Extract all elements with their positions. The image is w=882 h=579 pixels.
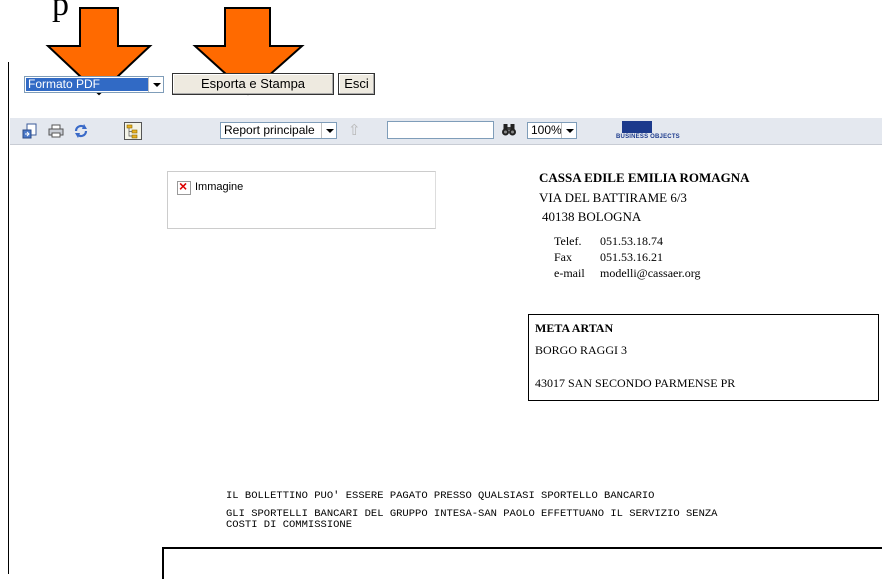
viewer-toolbar: Report principale ⇧ 100% BUSINESS OBJECT… bbox=[10, 118, 882, 145]
sender-city: 40138 BOLOGNA bbox=[542, 209, 642, 224]
payment-slip-box bbox=[162, 547, 882, 579]
zoom-select-value: 100% bbox=[531, 123, 562, 137]
left-border bbox=[8, 62, 9, 574]
print-icon[interactable] bbox=[48, 123, 64, 139]
exit-button[interactable]: Esci bbox=[338, 73, 375, 95]
recipient-city: 43017 SAN SECONDO PARMENSE PR bbox=[535, 376, 736, 390]
logo-flag bbox=[622, 121, 652, 133]
notice-line-3: COSTI DI COMMISSIONE bbox=[226, 519, 353, 531]
chevron-down-icon[interactable] bbox=[321, 123, 336, 138]
chevron-down-icon[interactable] bbox=[561, 123, 576, 138]
logo-text: BUSINESS OBJECTS bbox=[616, 134, 680, 140]
broken-image-icon bbox=[177, 178, 191, 195]
chevron-down-icon[interactable] bbox=[148, 77, 163, 92]
business-objects-logo: BUSINESS OBJECTS bbox=[616, 121, 680, 143]
zoom-select[interactable]: 100% bbox=[527, 122, 577, 139]
image-placeholder-label: Immagine bbox=[195, 181, 244, 193]
export-print-button[interactable]: Esporta e Stampa bbox=[172, 73, 334, 95]
format-select[interactable]: Formato PDF bbox=[24, 76, 164, 93]
sender-name: CASSA EDILE EMILIA ROMAGNA bbox=[539, 170, 750, 185]
recipient-address: BORGO RAGGI 3 bbox=[535, 343, 628, 357]
binoculars-icon[interactable] bbox=[501, 122, 517, 138]
notice-line-1: IL BOLLETTINO PUO' ESSERE PAGATO PRESSO … bbox=[226, 490, 655, 502]
report-select[interactable]: Report principale bbox=[220, 122, 337, 139]
sender-email-label: e-mail bbox=[554, 266, 585, 280]
format-select-value: Formato PDF bbox=[26, 78, 148, 91]
search-input[interactable] bbox=[387, 121, 494, 139]
sender-fax: 051.53.16.21 bbox=[600, 250, 663, 264]
report-select-value: Report principale bbox=[224, 123, 315, 137]
sender-address: VIA DEL BATTIRAME 6/3 bbox=[539, 190, 687, 205]
sender-tel-label: Telef. bbox=[554, 234, 582, 248]
image-placeholder: Immagine bbox=[167, 171, 436, 229]
up-arrow-icon[interactable]: ⇧ bbox=[348, 121, 361, 139]
sender-tel: 051.53.18.74 bbox=[600, 234, 663, 248]
sender-fax-label: Fax bbox=[554, 250, 572, 264]
recipient-box: META ARTAN BORGO RAGGI 3 43017 SAN SECON… bbox=[528, 314, 879, 401]
group-tree-icon[interactable] bbox=[124, 122, 142, 140]
refresh-icon[interactable] bbox=[73, 123, 89, 139]
sender-email: modelli@cassaer.org bbox=[600, 266, 701, 280]
recipient-name: META ARTAN bbox=[535, 321, 614, 335]
export-icon[interactable] bbox=[22, 123, 38, 139]
